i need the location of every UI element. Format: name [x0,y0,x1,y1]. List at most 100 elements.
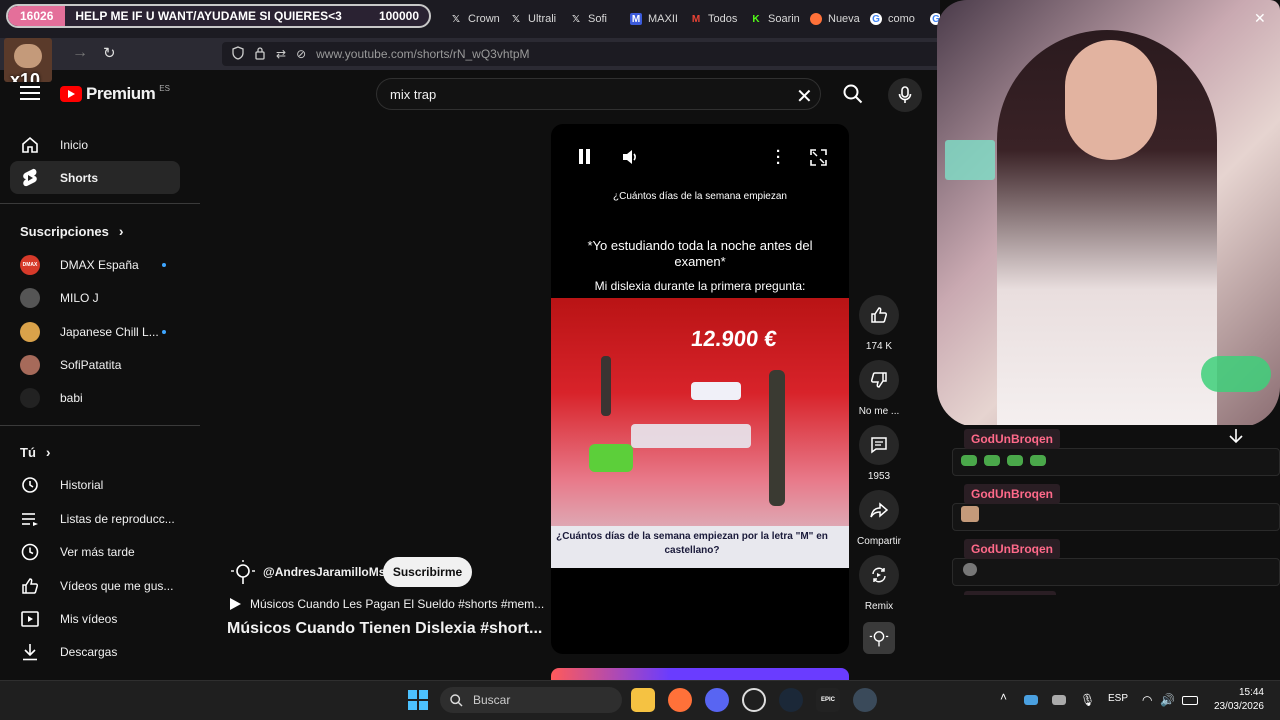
chevron-right-icon: › [45,444,51,460]
clock[interactable]: 15:44 23/03/2026 [1212,687,1264,712]
more-options-icon[interactable]: · · · [776,144,781,171]
comments-button[interactable]: 1953 [858,425,900,482]
sidebar-divider [0,425,200,426]
sidebar-item-label: DMAX España [60,257,139,272]
taskbar-search-placeholder: Buscar [473,693,511,707]
remix-button[interactable]: Remix [858,555,900,612]
fullscreen-icon[interactable] [810,149,827,171]
thumbs-up-icon [20,576,40,596]
epic-games-icon[interactable]: EPIC [816,688,840,712]
sidebar-item-subscription[interactable]: MILO J [10,281,180,314]
avatar [20,287,40,308]
sidebar-item-label: Inicio [60,137,89,152]
reload-icon[interactable]: ↻ [103,44,116,62]
scroll-down-button[interactable] [1216,424,1256,448]
permissions-icon[interactable]: ⇄ [276,47,286,61]
url-bar[interactable]: ⇄ ⊘ www.youtube.com/shorts/rN_wQ3vhtpM [222,42,940,66]
sidebar-item-subscription[interactable]: Japanese Chill L... [10,315,180,348]
file-explorer-icon[interactable] [631,688,655,712]
avatar: DMAX [20,254,40,275]
start-button[interactable] [408,690,428,710]
discord-icon[interactable] [705,688,729,712]
sidebar-item-playlists[interactable]: Listas de reproducc... [10,502,180,535]
volume-icon[interactable] [621,148,639,171]
stream-overlay-avatar: x10 [4,38,52,82]
youtube-logo[interactable]: Premium ES [60,84,170,104]
shield-icon[interactable] [232,45,244,63]
home-icon [20,135,40,155]
browser-tab[interactable]: M Todos [680,4,740,34]
lock-icon[interactable] [254,46,266,63]
sidebar-item-watch-later[interactable]: Ver más tarde [10,535,180,568]
clear-search-icon[interactable]: ✕ [796,84,813,109]
chat-username[interactable]: GodUnBroqen [964,429,1060,449]
channel-name[interactable]: @AndresJaramilloMs [263,565,385,579]
clock-date: 23/03/2026 [1213,701,1264,712]
browser-tab[interactable]: 𝕏 Sofi [560,4,620,34]
search-icon [450,693,463,707]
sidebar-item-inicio[interactable]: Inicio [10,128,180,161]
speaker-icon[interactable]: 🔊 [1160,693,1175,707]
browser-tab[interactable]: Gcomo [860,4,920,34]
menu-icon[interactable] [20,84,40,100]
next-short-preview[interactable] [551,668,849,680]
sidebar-item-historial[interactable]: Historial [10,468,180,501]
steam-icon[interactable] [779,688,803,712]
sidebar-item-shorts[interactable]: Shorts [10,161,180,194]
browser-tab[interactable]: Nueva [800,4,860,34]
browser-tab[interactable]: M MAXII [620,4,680,34]
chevron-right-icon: › [118,223,124,239]
audio-source-button[interactable] [863,622,895,654]
comment-icon [871,437,887,454]
wifi-icon[interactable]: ◠ [1142,693,1152,707]
microphone-tray-icon[interactable]: 🎙 [1080,693,1095,707]
sidebar-item-liked-videos[interactable]: Vídeos que me gus... [10,569,180,602]
like-button[interactable]: 174 K [858,295,900,352]
taskbar-search[interactable]: Buscar [440,687,622,713]
pause-icon[interactable] [578,149,592,165]
settings-icon[interactable] [853,688,877,712]
close-window-icon[interactable]: ✕ [1254,10,1266,27]
obs-icon[interactable] [742,688,766,712]
linked-video-title[interactable]: Músicos Cuando Les Pagan El Sueldo #shor… [250,597,544,611]
share-button[interactable]: Compartir [857,490,901,547]
chat-username[interactable]: GodUnBroqen [964,484,1060,504]
battery-icon[interactable] [1182,696,1198,705]
browser-tab[interactable]: K Soarin [740,4,800,34]
url-text[interactable]: www.youtube.com/shorts/rN_wQ3vhtpM [316,47,529,61]
meme-text: *Yo estudiando toda la noche antes del e… [587,238,813,269]
sidebar-item-subscription[interactable]: DMAX DMAX España [10,248,180,281]
sidebar-item-label: Mis vídeos [60,611,118,626]
sidebar-item-my-videos[interactable]: Mis vídeos [10,602,180,635]
subscribe-button[interactable]: Suscribirme [383,557,472,587]
discord-tray-icon[interactable] [1052,695,1066,705]
dislike-button[interactable]: No me ... [858,360,900,417]
forward-icon[interactable]: → [72,44,88,62]
language-indicator[interactable]: ESP [1108,693,1128,704]
search-input[interactable]: mix trap [376,78,821,110]
tray-overflow-icon[interactable]: ˄ [1000,690,1007,704]
firefox-taskbar-icon[interactable] [668,688,692,712]
short-title[interactable]: Músicos Cuando Tienen Dislexia #short... [227,620,542,638]
stage-step [691,382,741,400]
you-heading[interactable]: Tú › [20,444,51,460]
sidebar-item-label: Descargas [60,644,118,659]
channel-avatar[interactable] [230,560,256,591]
donation-goal-banner: 16026 HELP ME IF U WANT/AYUDAME SI QUIER… [6,4,431,28]
voice-search-button[interactable] [888,78,922,112]
sidebar-item-subscription[interactable]: SofiPatatita [10,348,180,381]
chat-username[interactable]: GodUnBroqen [964,539,1060,559]
browser-tab[interactable]: 𝕏 Crown [440,4,500,34]
search-button[interactable] [833,78,873,110]
autoplay-blocked-icon[interactable]: ⊘ [296,47,306,61]
browser-tab[interactable]: 𝕏 Ultrali [500,4,560,34]
subscriptions-heading[interactable]: Suscripciones › [20,223,124,239]
plant-emote [1201,356,1271,392]
new-content-dot [162,262,166,267]
sidebar-item-downloads[interactable]: Descargas [10,635,180,668]
sidebar-item-label: Listas de reproducc... [60,511,175,526]
tray-app-icon[interactable] [1024,695,1038,705]
frog-emotes [961,455,1046,466]
sidebar-item-subscription[interactable]: babi [10,381,180,414]
kick-icon: K [752,13,760,25]
